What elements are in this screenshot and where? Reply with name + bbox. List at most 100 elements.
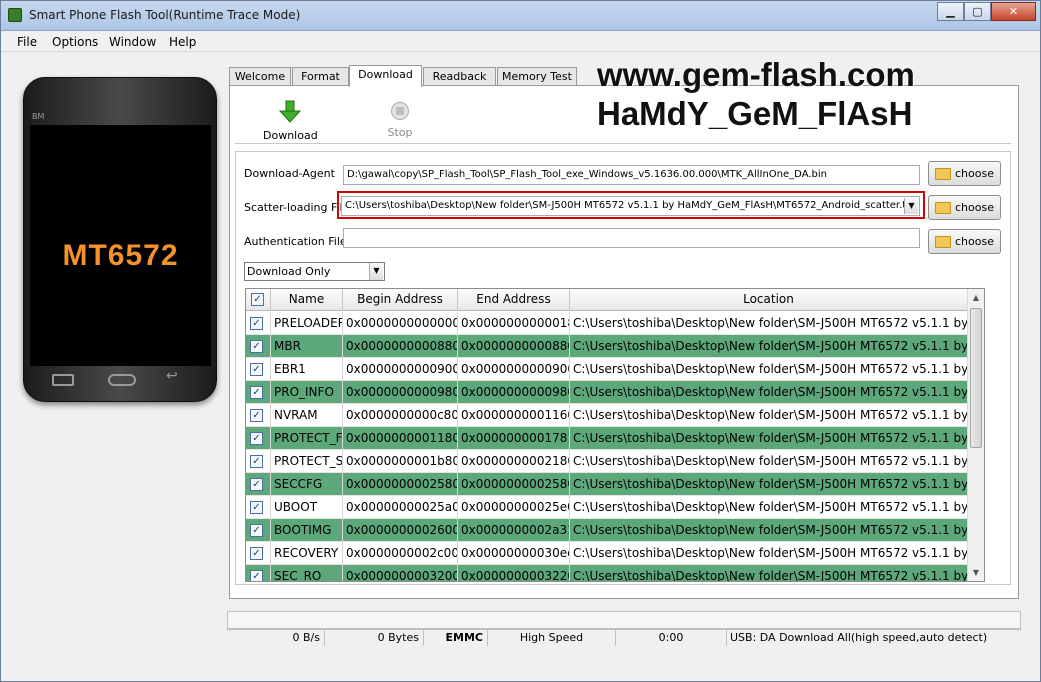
cell-location: C:\Users\toshiba\Desktop\New folder\SM-J…	[570, 450, 968, 473]
row-checkbox[interactable]: ✓	[250, 386, 263, 399]
row-checkbox[interactable]: ✓	[250, 363, 263, 376]
cell-end-address: 0x0000000002580fff	[458, 473, 570, 496]
status-bytes: 0 Bytes	[325, 630, 424, 646]
table-row[interactable]: ✓ PRELOADER0x00000000000000000x0000000000…	[246, 312, 968, 335]
table-row[interactable]: ✓ UBOOT0x00000000025a00000x00000000025e0f…	[246, 496, 968, 519]
download-mode-select[interactable]: Download Only ▼	[244, 262, 385, 281]
tab-format[interactable]: Format	[292, 67, 349, 86]
row-checkbox-cell: ✓	[246, 519, 271, 542]
stop-button[interactable]: Stop	[376, 101, 424, 139]
cell-begin-address: 0x0000000000000000	[343, 312, 458, 335]
menu-help[interactable]: Help	[169, 35, 196, 49]
choose-label: choose	[955, 167, 994, 180]
choose-label: choose	[955, 235, 994, 248]
download-agent-field[interactable]: D:\gawal\copy\SP_Flash_Tool\SP_Flash_Too…	[343, 165, 920, 185]
header-location[interactable]: Location	[570, 289, 968, 311]
vertical-scrollbar[interactable]: ▲ ▼	[967, 289, 984, 581]
tab-welcome[interactable]: Welcome	[229, 67, 291, 86]
auth-file-label: Authentication File	[244, 235, 347, 248]
home-key-icon	[108, 374, 136, 386]
scroll-down-icon[interactable]: ▼	[968, 564, 984, 581]
cell-end-address: 0x00000000030ecfff	[458, 542, 570, 565]
row-checkbox[interactable]: ✓	[250, 570, 263, 581]
progress-bar	[227, 611, 1021, 629]
choose-scatter-button[interactable]: choose	[928, 195, 1001, 220]
menu-window[interactable]: Window	[109, 35, 156, 49]
title-bar[interactable]: Smart Phone Flash Tool(Runtime Trace Mod…	[1, 1, 1040, 31]
chevron-down-icon[interactable]: ▼	[369, 263, 383, 280]
cell-name: PRO_INFO	[271, 381, 343, 404]
cell-location: C:\Users\toshiba\Desktop\New folder\SM-J…	[570, 335, 968, 358]
cell-end-address: 0x0000000001160fff	[458, 404, 570, 427]
cell-location: C:\Users\toshiba\Desktop\New folder\SM-J…	[570, 381, 968, 404]
cell-name: MBR	[271, 335, 343, 358]
row-checkbox[interactable]: ✓	[250, 524, 263, 537]
cell-location: C:\Users\toshiba\Desktop\New folder\SM-J…	[570, 473, 968, 496]
scrollbar-thumb[interactable]	[970, 308, 982, 448]
table-row[interactable]: ✓ MBR0x00000000008800000x0000000000880fff…	[246, 335, 968, 358]
cell-location: C:\Users\toshiba\Desktop\New folder\SM-J…	[570, 542, 968, 565]
cell-name: SECCFG	[271, 473, 343, 496]
scroll-up-icon[interactable]: ▲	[968, 289, 984, 306]
row-checkbox-cell: ✓	[246, 358, 271, 381]
choose-auth-button[interactable]: choose	[928, 229, 1001, 254]
cell-begin-address: 0x0000000003200000	[343, 565, 458, 581]
folder-icon	[935, 168, 951, 180]
download-button[interactable]: Download	[263, 100, 318, 142]
stop-icon	[391, 102, 409, 120]
choose-download-agent-button[interactable]: choose	[928, 161, 1001, 186]
header-name[interactable]: Name	[271, 289, 343, 311]
maximize-button[interactable]: ▢	[964, 2, 991, 21]
watermark-url: www.gem-flash.com	[597, 56, 915, 93]
cell-name: NVRAM	[271, 404, 343, 427]
phone-image: BM MT6572 ↩	[23, 77, 217, 402]
row-checkbox[interactable]: ✓	[250, 317, 263, 330]
minimize-button[interactable]: ▁	[937, 2, 964, 21]
table-row[interactable]: ✓ BOOTIMG0x00000000026000000x0000000002a3…	[246, 519, 968, 542]
menu-bar: File Options Window Help	[1, 32, 1040, 52]
cell-end-address: 0x0000000000980fff	[458, 381, 570, 404]
phone-screen: MT6572	[30, 125, 211, 366]
select-all-checkbox[interactable]: ✓	[251, 293, 264, 306]
row-checkbox[interactable]: ✓	[250, 455, 263, 468]
cell-end-address: 0x0000000000880fff	[458, 335, 570, 358]
row-checkbox-cell: ✓	[246, 381, 271, 404]
row-checkbox-cell: ✓	[246, 496, 271, 519]
table-row[interactable]: ✓ SECCFG0x00000000025800000x0000000002580…	[246, 473, 968, 496]
cell-location: C:\Users\toshiba\Desktop\New folder\SM-J…	[570, 404, 968, 427]
tab-readback[interactable]: Readback	[423, 67, 496, 86]
table-row[interactable]: ✓ RECOVERY0x0000000002c000000x00000000030…	[246, 542, 968, 565]
app-window: Smart Phone Flash Tool(Runtime Trace Mod…	[0, 0, 1041, 682]
cell-end-address: 0x0000000001781fff	[458, 427, 570, 450]
menu-options[interactable]: Options	[52, 35, 98, 49]
cell-location: C:\Users\toshiba\Desktop\New folder\SM-J…	[570, 312, 968, 335]
cell-name: SEC_RO	[271, 565, 343, 581]
row-checkbox[interactable]: ✓	[250, 340, 263, 353]
row-checkbox[interactable]: ✓	[250, 501, 263, 514]
table-row[interactable]: ✓ PROTECT_F0x00000000011800000x0000000001…	[246, 427, 968, 450]
row-checkbox[interactable]: ✓	[250, 547, 263, 560]
cell-name: UBOOT	[271, 496, 343, 519]
auth-file-field[interactable]	[343, 228, 920, 248]
table-header: ✓ Name Begin Address End Address Locatio…	[246, 289, 968, 311]
table-row[interactable]: ✓ SEC_RO0x00000000032000000x0000000003220…	[246, 565, 968, 581]
header-begin-address[interactable]: Begin Address	[343, 289, 458, 311]
tab-download[interactable]: Download	[349, 65, 422, 87]
menu-file[interactable]: File	[17, 35, 37, 49]
cell-location: C:\Users\toshiba\Desktop\New folder\SM-J…	[570, 496, 968, 519]
status-bar: 0 B/s 0 Bytes EMMC High Speed 0:00 USB: …	[227, 629, 1021, 646]
table-row[interactable]: ✓ PRO_INFO0x00000000009800000x00000000009…	[246, 381, 968, 404]
toolbar-separator	[235, 143, 1011, 144]
tab-memory-test[interactable]: Memory Test	[497, 67, 577, 86]
window-title: Smart Phone Flash Tool(Runtime Trace Mod…	[29, 8, 301, 22]
row-checkbox[interactable]: ✓	[250, 409, 263, 422]
table-row[interactable]: ✓ EBR10x00000000009000000x0000000000900ff…	[246, 358, 968, 381]
table-row[interactable]: ✓ PROTECT_S0x0000000001b800000x0000000002…	[246, 450, 968, 473]
row-checkbox[interactable]: ✓	[250, 478, 263, 491]
cell-begin-address: 0x0000000000c80000	[343, 404, 458, 427]
table-row[interactable]: ✓ NVRAM0x0000000000c800000x0000000001160f…	[246, 404, 968, 427]
close-button[interactable]: ✕	[991, 2, 1036, 21]
row-checkbox[interactable]: ✓	[250, 432, 263, 445]
row-checkbox-cell: ✓	[246, 565, 271, 581]
header-end-address[interactable]: End Address	[458, 289, 570, 311]
